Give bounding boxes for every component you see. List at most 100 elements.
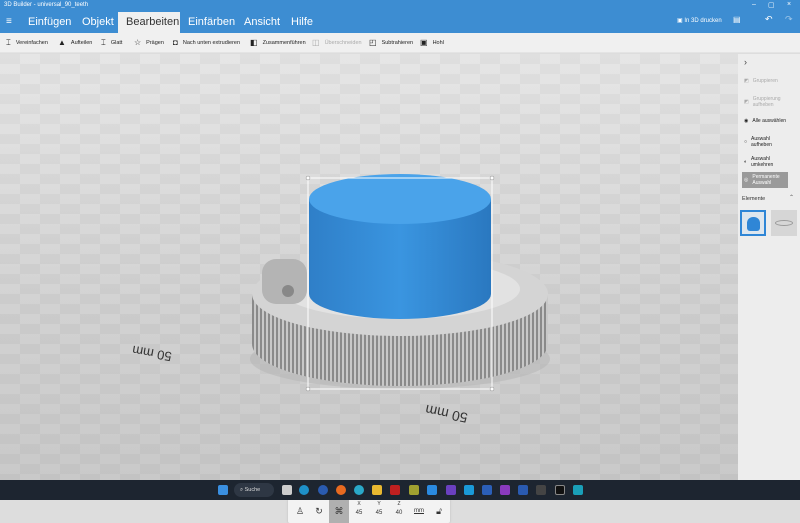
cylinder-model[interactable] — [309, 174, 491, 319]
browser-icon[interactable] — [354, 485, 364, 495]
intersect-button[interactable]: ◫ Überschneiden — [312, 38, 362, 47]
explorer-icon[interactable] — [372, 485, 382, 495]
app-icon[interactable] — [555, 485, 565, 495]
hollow-icon: ▣ — [420, 38, 428, 47]
app-icon[interactable] — [318, 485, 328, 495]
emboss-button[interactable]: ☆ Prägen — [134, 38, 164, 47]
label: Gruppieren — [752, 78, 778, 84]
collapse-chevron-icon[interactable]: › — [744, 57, 747, 67]
lock-icon[interactable]: 🔓︎ — [429, 499, 449, 523]
element-thumb-gear[interactable] — [771, 210, 797, 236]
ungroup-icon: ◩ — [744, 99, 749, 105]
label: Permanente Auswahl — [752, 174, 780, 186]
x-label: X — [357, 501, 361, 507]
deselect-button[interactable]: ○ Auswahl aufheben — [742, 134, 788, 150]
simplify-icon: ⌶ — [6, 38, 11, 47]
close-button[interactable]: × — [787, 1, 791, 8]
print-label: In 3D drucken — [684, 18, 722, 24]
word-icon[interactable] — [482, 485, 492, 495]
label: Hohl — [432, 39, 444, 46]
edge-icon[interactable] — [299, 485, 309, 495]
taskview-icon[interactable] — [282, 485, 292, 495]
smooth-icon: ⌶ — [101, 38, 106, 47]
label: Gruppierung aufheben — [752, 96, 781, 108]
firefox-icon[interactable] — [336, 485, 346, 495]
split-button[interactable]: ▲ Aufteilen — [58, 38, 92, 47]
gear-thumbnail — [775, 220, 793, 226]
elements-heading: Elemente — [742, 196, 766, 202]
3d-builder-icon[interactable] — [573, 485, 583, 495]
hollow-button[interactable]: ▣ Hohl — [420, 38, 444, 47]
element-thumb-cylinder[interactable] — [740, 210, 766, 236]
label: Glatt — [110, 40, 123, 46]
app-icon[interactable] — [446, 485, 456, 495]
y-value: 45 — [375, 510, 383, 516]
tab-einfuegen[interactable]: Einfügen — [20, 12, 79, 33]
app-icon[interactable] — [427, 485, 437, 495]
permanent-selection-button[interactable]: ◎ Permanente Auswahl — [742, 172, 788, 188]
transform-controls: ♙ ↻ ⌘ X 45 Y 45 Z 40 mm 🔓︎ — [288, 499, 450, 523]
rotate-icon[interactable]: ↻ — [309, 499, 329, 523]
tab-bearbeiten[interactable]: Bearbeiten — [118, 12, 180, 33]
simplify-button[interactable]: ⌶ Vereinfachen — [6, 38, 48, 48]
group-button[interactable]: ◩ Gruppieren — [742, 76, 788, 86]
tab-einfaerben[interactable]: Einfärben — [180, 12, 243, 33]
toolbar: ⌶ Vereinfachen ▲ Aufteilen ⌶ Glatt ☆ Prägen … — [0, 33, 800, 53]
x-value: 45 — [355, 510, 363, 516]
split-icon: ▲ — [58, 38, 66, 47]
app-icon[interactable] — [409, 485, 419, 495]
window-title: 3D Builder - universal_90_teeth — [4, 2, 89, 8]
tab-objekt[interactable]: Objekt — [74, 12, 122, 33]
label: Überschneiden — [324, 39, 362, 46]
z-field[interactable]: Z 40 — [389, 501, 409, 516]
label: Zusammenführen — [262, 39, 306, 46]
taskbar-search[interactable]: ⌕ Suche — [234, 483, 274, 497]
label: Auswahl umkehren — [751, 156, 774, 168]
place-icon[interactable]: ♙ — [290, 499, 310, 523]
undo-icon[interactable]: ↶ — [765, 14, 773, 25]
print-3d-button[interactable]: ▣ In 3D drucken — [677, 17, 722, 24]
invert-selection-button[interactable]: ◐ Auswahl umkehren — [742, 154, 788, 170]
subtract-button[interactable]: ◰ Subtrahieren — [369, 38, 413, 47]
right-panel: › ◩ Gruppieren ◩ Gruppierung aufheben ◉ All… — [738, 54, 800, 480]
unit-select[interactable]: mm — [409, 499, 429, 523]
invert-icon: ◐ — [744, 159, 748, 165]
ungroup-button[interactable]: ◩ Gruppierung aufheben — [742, 94, 788, 110]
maximize-button[interactable]: ▢ — [768, 1, 775, 9]
3d-viewport[interactable]: 50 mm 50 mm ♙ ↻ ⌘ X 45 Y 45 Z 40 mm 🔓︎ — [0, 54, 738, 523]
group-icon: ◩ — [744, 78, 749, 84]
emboss-icon: ☆ — [134, 38, 142, 47]
minimize-button[interactable]: – — [752, 1, 756, 8]
extrude-down-icon: ◘ — [173, 38, 178, 47]
merge-button[interactable]: ◧ Zusammenführen — [250, 38, 306, 47]
extrude-down-button[interactable]: ◘ Nach unten extrudieren — [173, 38, 240, 47]
label: Prägen — [146, 39, 164, 46]
printer-icon: ▣ — [677, 18, 683, 24]
app-icon[interactable] — [390, 485, 400, 495]
y-field[interactable]: Y 45 — [369, 501, 389, 516]
merge-icon: ◧ — [250, 38, 258, 47]
subtract-icon: ◰ — [369, 38, 377, 47]
app-icon[interactable] — [536, 485, 546, 495]
app-icon[interactable] — [518, 485, 528, 495]
select-all-button[interactable]: ◉ Alle auswählen — [742, 116, 788, 126]
label: Nach unten extrudieren — [182, 39, 241, 46]
save-icon[interactable]: ▤ — [733, 15, 741, 24]
search-label: Suche — [244, 487, 261, 493]
scale-icon[interactable]: ⌘ — [329, 499, 349, 523]
permanent-icon: ◎ — [744, 177, 749, 183]
smooth-button[interactable]: ⌶ Glatt — [101, 38, 122, 48]
tab-hilfe[interactable]: Hilfe — [283, 12, 321, 33]
x-field[interactable]: X 45 — [349, 501, 369, 516]
label: Alle auswählen — [752, 118, 787, 124]
tab-ansicht[interactable]: Ansicht — [236, 12, 288, 33]
start-icon[interactable] — [218, 485, 228, 495]
collapse-elements-icon[interactable]: ⌃ — [789, 194, 794, 201]
y-label: Y — [377, 501, 381, 507]
hamburger-menu-icon[interactable]: ≡ — [6, 16, 12, 27]
label: Vereinfachen — [15, 40, 48, 46]
redo-icon[interactable]: ↷ — [785, 14, 793, 25]
app-icon[interactable] — [464, 485, 474, 495]
onenote-icon[interactable] — [500, 485, 510, 495]
label: Auswahl aufheben — [751, 136, 772, 148]
